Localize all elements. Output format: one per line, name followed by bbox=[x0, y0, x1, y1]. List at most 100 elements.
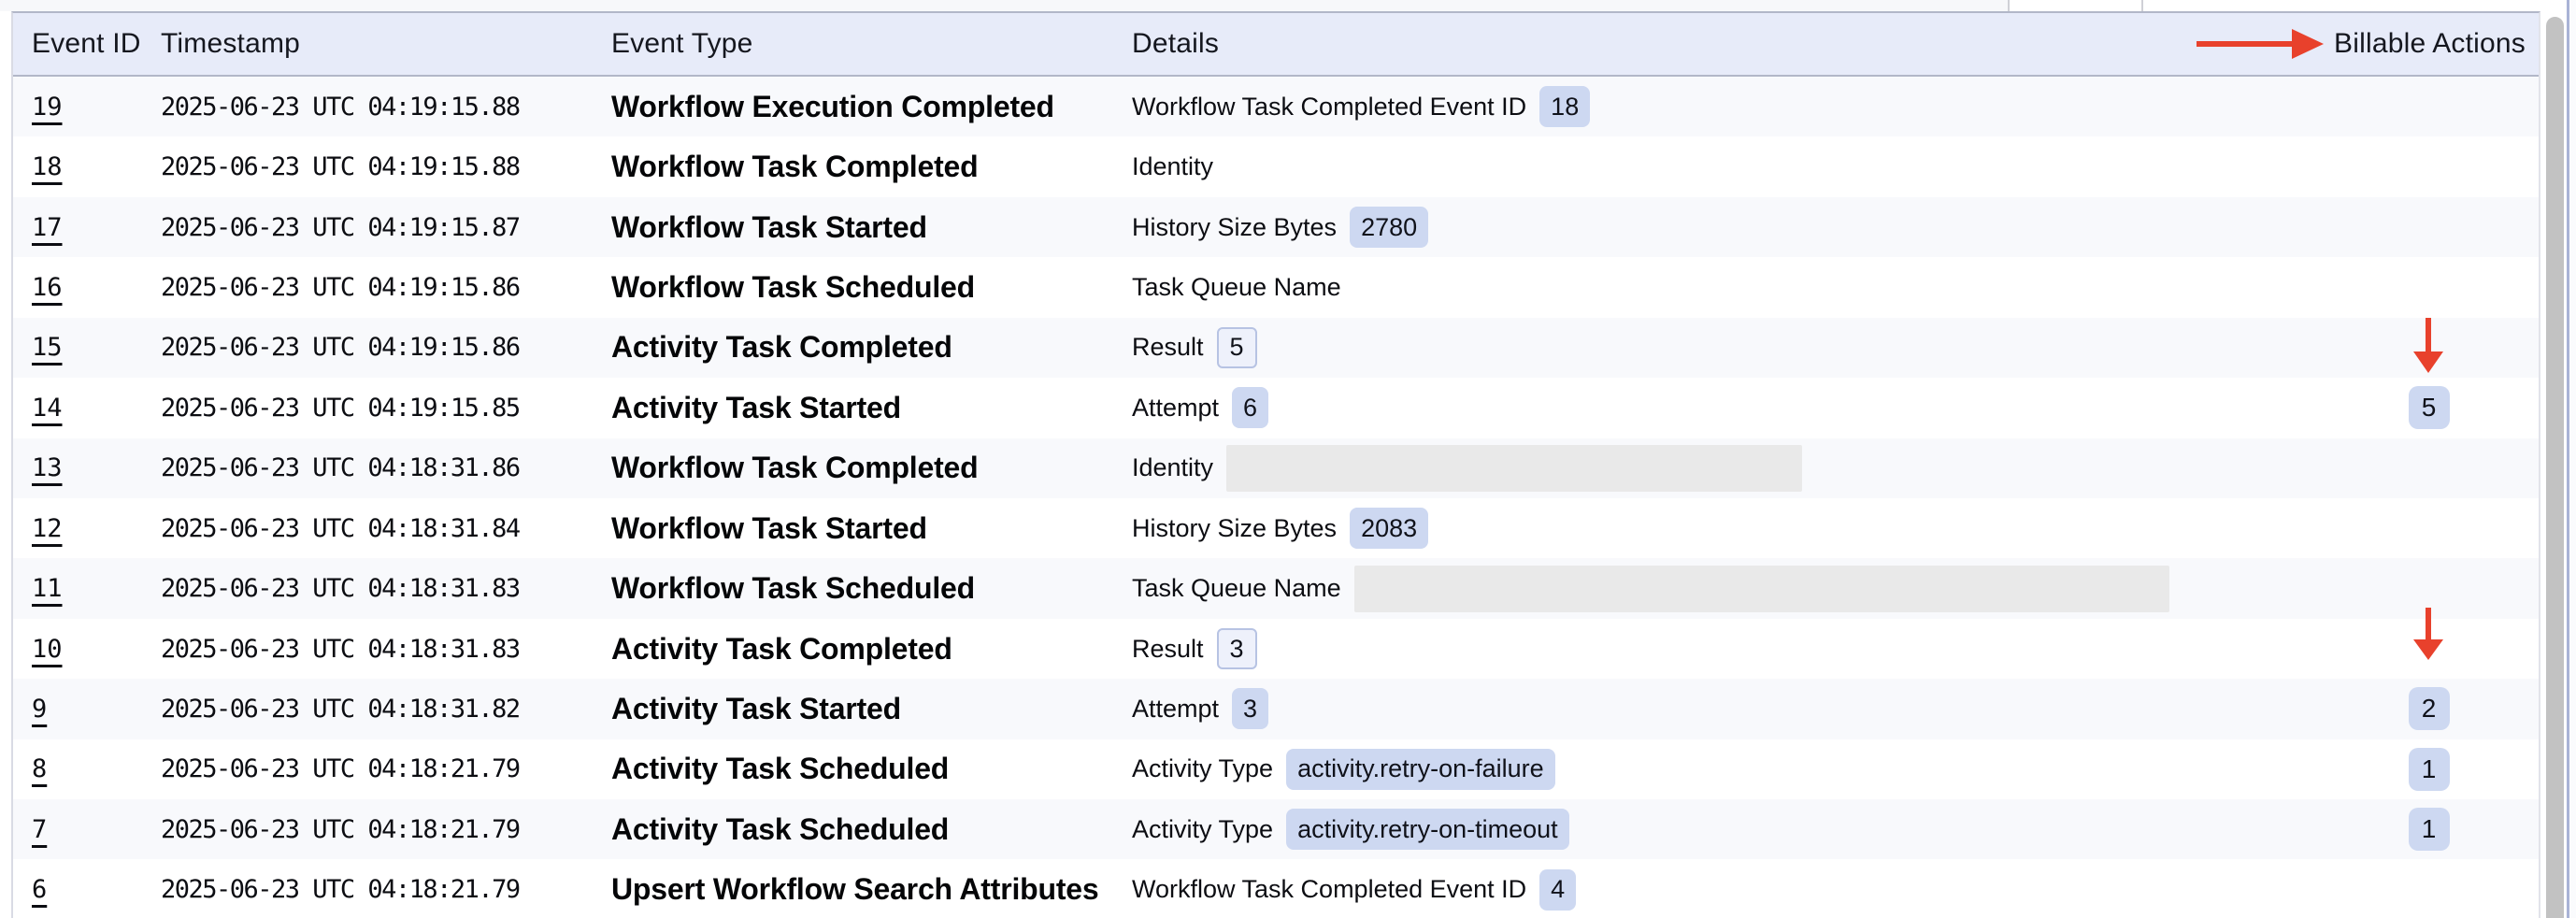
billable-actions-cell: 2 bbox=[2319, 679, 2539, 739]
redacted-value-box bbox=[1226, 445, 1802, 492]
table-row[interactable]: 14 2025-06-23 UTC 04:19:15.85 Activity T… bbox=[13, 378, 2539, 437]
billable-actions-cell bbox=[2319, 558, 2539, 618]
scrollbar-thumb[interactable] bbox=[2546, 17, 2564, 918]
table-row[interactable]: 11 2025-06-23 UTC 04:18:31.83 Workflow T… bbox=[13, 558, 2539, 618]
detail-key-label: Workflow Task Completed Event ID bbox=[1132, 93, 1526, 122]
event-timestamp: 2025-06-23 UTC 04:19:15.88 bbox=[161, 152, 520, 181]
event-details-cell: Task Queue Name bbox=[1132, 257, 2319, 317]
event-id-link[interactable]: 8 bbox=[32, 754, 47, 783]
event-type-label: Activity Task Started bbox=[611, 692, 901, 726]
table-row[interactable]: 18 2025-06-23 UTC 04:19:15.88 Workflow T… bbox=[13, 136, 2539, 196]
event-id-link[interactable]: 10 bbox=[32, 635, 63, 664]
billable-actions-cell bbox=[2319, 136, 2539, 196]
detail-key-label: Attempt bbox=[1132, 394, 1219, 423]
table-row[interactable]: 16 2025-06-23 UTC 04:19:15.86 Workflow T… bbox=[13, 257, 2539, 317]
event-type-label: Workflow Task Scheduled bbox=[611, 270, 975, 305]
detail-key-label: Workflow Task Completed Event ID bbox=[1132, 875, 1526, 904]
event-details-cell: Identity bbox=[1132, 438, 2319, 498]
billable-actions-cell bbox=[2319, 318, 2539, 378]
event-table-body: 19 2025-06-23 UTC 04:19:15.88 Workflow E… bbox=[13, 77, 2539, 918]
event-id-link[interactable]: 13 bbox=[32, 453, 63, 482]
event-id-link[interactable]: 11 bbox=[32, 574, 63, 603]
event-details-cell: Activity Type activity.retry-on-failure bbox=[1132, 739, 2319, 799]
billable-actions-cell: 1 bbox=[2319, 739, 2539, 799]
event-id-link[interactable]: 19 bbox=[32, 93, 63, 122]
table-row[interactable]: 15 2025-06-23 UTC 04:19:15.86 Activity T… bbox=[13, 318, 2539, 378]
event-timestamp: 2025-06-23 UTC 04:19:15.88 bbox=[161, 93, 520, 122]
column-header-event-type: Event Type bbox=[611, 13, 1132, 75]
table-row[interactable]: 8 2025-06-23 UTC 04:18:21.79 Activity Ta… bbox=[13, 739, 2539, 799]
column-header-billable-actions: Billable Actions bbox=[2319, 13, 2539, 75]
top-strip-divider bbox=[2008, 0, 2010, 11]
billable-actions-count: 1 bbox=[2409, 748, 2450, 791]
billable-actions-cell: 1 bbox=[2319, 799, 2539, 859]
billable-actions-cell bbox=[2319, 619, 2539, 679]
event-timestamp: 2025-06-23 UTC 04:19:15.86 bbox=[161, 333, 520, 362]
detail-key-label: Result bbox=[1132, 635, 1204, 664]
event-details-cell: Attempt 6 bbox=[1132, 378, 2319, 437]
detail-key-label: Identity bbox=[1132, 152, 1213, 181]
detail-key-label: History Size Bytes bbox=[1132, 514, 1337, 543]
column-header-timestamp: Timestamp bbox=[161, 13, 611, 75]
detail-value-chip: 6 bbox=[1232, 387, 1268, 428]
detail-value-chip: activity.retry-on-failure bbox=[1286, 749, 1555, 790]
event-timestamp: 2025-06-23 UTC 04:18:31.86 bbox=[161, 453, 520, 482]
detail-key-label: Activity Type bbox=[1132, 815, 1273, 844]
event-type-label: Activity Task Completed bbox=[611, 330, 952, 365]
detail-value-chip: 4 bbox=[1539, 869, 1576, 911]
detail-value-chip: 2780 bbox=[1350, 207, 1428, 248]
billable-actions-count: 2 bbox=[2409, 687, 2450, 730]
event-timestamp: 2025-06-23 UTC 04:19:15.86 bbox=[161, 273, 520, 302]
table-row[interactable]: 19 2025-06-23 UTC 04:19:15.88 Workflow E… bbox=[13, 77, 2539, 136]
column-header-details: Details bbox=[1132, 13, 2319, 75]
event-type-label: Workflow Execution Completed bbox=[611, 90, 1054, 124]
top-strip bbox=[0, 0, 2576, 11]
event-details-cell: History Size Bytes 2780 bbox=[1132, 197, 2319, 257]
event-id-link[interactable]: 7 bbox=[32, 815, 47, 844]
detail-value-chip: activity.retry-on-timeout bbox=[1286, 809, 1569, 850]
billable-actions-cell bbox=[2319, 859, 2539, 918]
event-details-cell: Workflow Task Completed Event ID 4 bbox=[1132, 859, 2319, 918]
detail-value-chip: 5 bbox=[1217, 327, 1257, 368]
detail-value-chip: 3 bbox=[1232, 688, 1268, 729]
event-id-link[interactable]: 12 bbox=[32, 514, 63, 543]
table-row[interactable]: 12 2025-06-23 UTC 04:18:31.84 Workflow T… bbox=[13, 498, 2539, 558]
event-details-cell: Task Queue Name bbox=[1132, 558, 2319, 618]
event-timestamp: 2025-06-23 UTC 04:18:31.83 bbox=[161, 635, 520, 664]
event-id-link[interactable]: 18 bbox=[32, 152, 63, 181]
event-id-link[interactable]: 16 bbox=[32, 273, 63, 302]
event-id-link[interactable]: 15 bbox=[32, 333, 63, 362]
detail-key-label: Activity Type bbox=[1132, 754, 1273, 783]
detail-key-label: Result bbox=[1132, 333, 1204, 362]
table-row[interactable]: 17 2025-06-23 UTC 04:19:15.87 Workflow T… bbox=[13, 197, 2539, 257]
detail-value-chip: 3 bbox=[1217, 628, 1257, 669]
event-details-cell: Workflow Task Completed Event ID 18 bbox=[1132, 77, 2319, 136]
event-type-label: Workflow Task Scheduled bbox=[611, 571, 975, 606]
event-timestamp: 2025-06-23 UTC 04:18:31.82 bbox=[161, 695, 520, 724]
scrollbar[interactable] bbox=[2544, 0, 2567, 918]
event-id-link[interactable]: 14 bbox=[32, 394, 63, 423]
table-row[interactable]: 7 2025-06-23 UTC 04:18:21.79 Activity Ta… bbox=[13, 799, 2539, 859]
table-row[interactable]: 13 2025-06-23 UTC 04:18:31.86 Workflow T… bbox=[13, 438, 2539, 498]
table-header-row: Event ID Timestamp Event Type Details Bi… bbox=[13, 13, 2539, 77]
column-header-event-id: Event ID bbox=[13, 13, 161, 75]
table-row[interactable]: 9 2025-06-23 UTC 04:18:31.82 Activity Ta… bbox=[13, 679, 2539, 739]
table-row[interactable]: 10 2025-06-23 UTC 04:18:31.83 Activity T… bbox=[13, 619, 2539, 679]
workflow-event-history-screen: Event ID Timestamp Event Type Details Bi… bbox=[0, 0, 2576, 918]
detail-value-chip: 18 bbox=[1539, 86, 1590, 127]
event-details-cell: Attempt 3 bbox=[1132, 679, 2319, 739]
event-type-label: Workflow Task Started bbox=[611, 210, 927, 245]
event-id-link[interactable]: 9 bbox=[32, 695, 47, 724]
event-type-label: Activity Task Scheduled bbox=[611, 812, 949, 847]
event-type-label: Upsert Workflow Search Attributes bbox=[611, 872, 1099, 907]
billable-actions-cell bbox=[2319, 498, 2539, 558]
detail-value-chip: 2083 bbox=[1350, 508, 1428, 549]
event-details-cell: History Size Bytes 2083 bbox=[1132, 498, 2319, 558]
redacted-value-box bbox=[1354, 566, 2169, 612]
event-details-cell: Activity Type activity.retry-on-timeout bbox=[1132, 799, 2319, 859]
billable-actions-cell bbox=[2319, 257, 2539, 317]
event-id-link[interactable]: 6 bbox=[32, 875, 47, 904]
table-row[interactable]: 6 2025-06-23 UTC 04:18:21.79 Upsert Work… bbox=[13, 859, 2539, 918]
event-id-link[interactable]: 17 bbox=[32, 213, 63, 242]
event-timestamp: 2025-06-23 UTC 04:18:31.83 bbox=[161, 574, 520, 603]
